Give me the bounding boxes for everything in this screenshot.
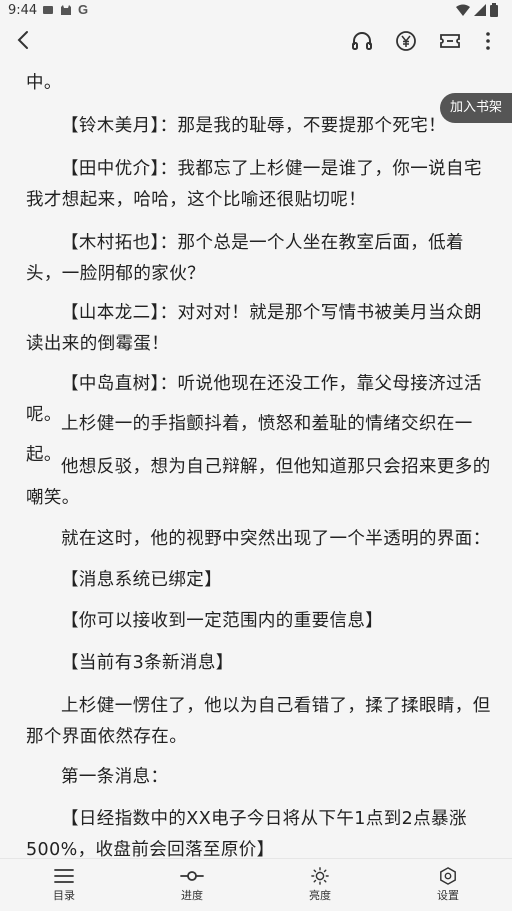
brightness-icon (311, 867, 329, 885)
brightness-button[interactable]: 亮度 (280, 859, 360, 911)
more-options-icon[interactable] (475, 28, 501, 54)
paragraph: 【当前有3条新消息】 (61, 653, 234, 673)
catalog-button[interactable]: 目录 (24, 859, 104, 911)
paragraph: 【铃木美月】：那是我的耻辱，不要提那个死宅！ (61, 116, 447, 136)
paragraph: 他想反驳，想为自己辩解，但他知道那只会招来更多的嘲笑。 (26, 457, 491, 508)
paragraph: 第一条消息： (61, 767, 169, 787)
svg-text:G: G (78, 3, 88, 16)
paragraph: 【山本龙二】：对对对！就是那个写情书被美月当众朗读出来的倒霉蛋！ (26, 303, 482, 354)
ticket-icon[interactable] (437, 28, 463, 54)
paragraph: 【木村拓也】：那个总是一个人坐在教室后面，低着头，一脸阴郁的家伙？ (26, 233, 464, 284)
chapter-text: 中。 【铃木美月】：那是我的耻辱，不要提那个死宅！ 【田中优介】：我都忘了上杉健… (0, 58, 512, 858)
list-icon (54, 869, 74, 883)
settings-label: 设置 (437, 889, 459, 902)
progress-label: 进度 (181, 889, 203, 902)
paragraph: 上杉健一愣住了，他以为自己看错了，揉了揉眼睛，但那个界面依然存在。 (26, 696, 491, 747)
notification-icon (43, 5, 53, 14)
reward-yen-icon[interactable] (393, 28, 419, 54)
reader-toolbar (0, 22, 512, 58)
settings-button[interactable]: 设置 (408, 859, 488, 911)
paragraph: 【日经指数中的XX电子今日将从下午1点到2点暴涨500%，收盘前会回落至原价】 (26, 809, 467, 858)
paragraph: 【你可以接收到一定范围内的重要信息】 (61, 611, 384, 631)
brightness-label: 亮度 (309, 889, 331, 902)
progress-button[interactable]: 进度 (152, 859, 232, 911)
headphones-icon[interactable] (349, 28, 375, 54)
paragraph: 【田中优介】：我都忘了上杉健一是谁了，你一说自宅我才想起来，哈哈，这个比喻还很贴… (26, 159, 482, 210)
reader-bottom-bar: 目录 进度 亮度 设置 (0, 858, 512, 911)
paragraph: 【消息系统已绑定】 (61, 570, 223, 590)
catalog-label: 目录 (53, 889, 75, 902)
progress-icon (180, 871, 204, 881)
status-time: 9:44 (8, 3, 38, 18)
settings-icon (440, 867, 456, 885)
paragraph: 就在这时，他的视野中突然出现了一个半透明的界面： (61, 529, 491, 549)
battery-icon (490, 3, 498, 17)
add-to-shelf-button[interactable]: 加入书架 (440, 93, 512, 123)
cat-icon (61, 4, 71, 15)
status-bar: 9:44 G (0, 0, 512, 22)
wifi-icon (456, 4, 470, 16)
paragraph: 中。 (26, 73, 62, 93)
signal-icon (474, 4, 486, 16)
back-arrow-icon[interactable] (12, 28, 36, 52)
google-icon: G (78, 3, 88, 16)
